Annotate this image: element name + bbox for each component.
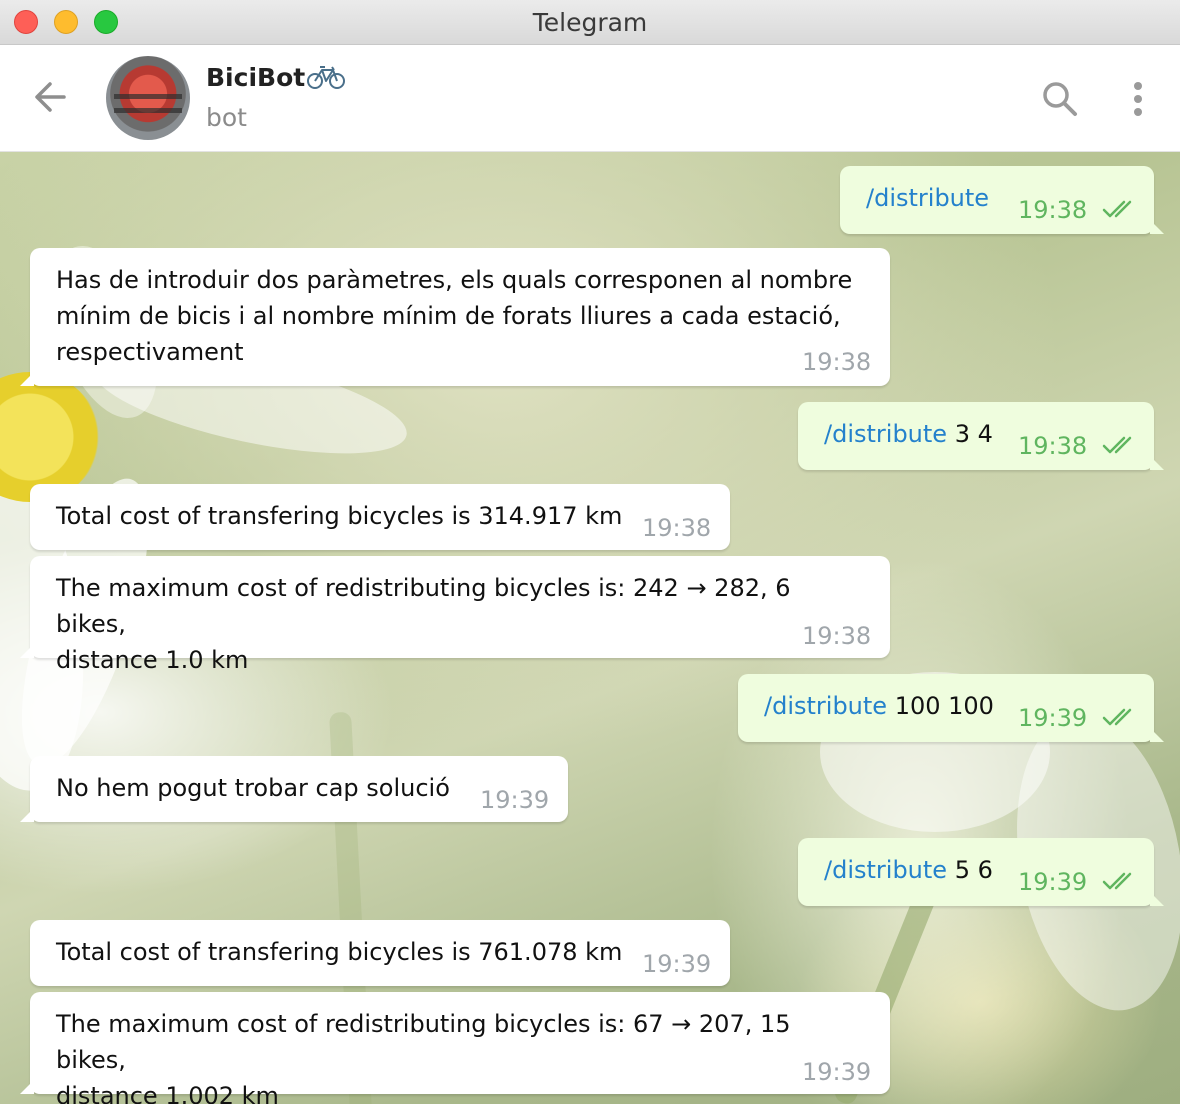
chat-title[interactable]: BiciBot: [206, 63, 346, 96]
message-time: 19:38: [1018, 432, 1088, 460]
title-bar: Telegram: [0, 0, 1180, 45]
outgoing-message[interactable]: /distribute 19:38: [840, 166, 1164, 234]
chat-header: BiciBot bot: [0, 45, 1180, 152]
chat-subtitle: bot: [206, 103, 247, 132]
message-time: 19:39: [480, 786, 550, 814]
back-button[interactable]: [30, 75, 74, 119]
more-options-button[interactable]: [1124, 77, 1152, 121]
more-vertical-icon: [1134, 82, 1142, 116]
message-time: 19:39: [1018, 868, 1088, 896]
search-button[interactable]: [1040, 79, 1080, 119]
command-args: 3 4: [947, 420, 993, 448]
message-time: 19:38: [642, 514, 712, 542]
message-text: The maximum cost of redistributing bicyc…: [56, 1010, 791, 1104]
incoming-message[interactable]: Total cost of transfering bicycles is 76…: [30, 920, 730, 986]
message-time: 19:38: [802, 348, 872, 376]
message-text: Total cost of transfering bicycles is 31…: [56, 502, 623, 530]
message-text: Total cost of transfering bicycles is 76…: [56, 938, 623, 966]
incoming-message[interactable]: Has de introduir dos paràmetres, els qua…: [20, 248, 890, 386]
command-args: 5 6: [947, 856, 993, 884]
outgoing-message[interactable]: /distribute 100 100 19:39: [738, 674, 1164, 742]
command-link[interactable]: /distribute: [866, 184, 989, 212]
search-icon: [1043, 82, 1077, 116]
bot-avatar[interactable]: [106, 56, 190, 140]
bot-name: BiciBot: [206, 63, 306, 92]
outgoing-message[interactable]: /distribute 5 6 19:39: [798, 838, 1164, 906]
message-time: 19:39: [802, 1058, 872, 1086]
message-time: 19:38: [1018, 196, 1088, 224]
incoming-message[interactable]: Total cost of transfering bicycles is 31…: [30, 484, 730, 550]
telegram-window: Telegram BiciBot bot /distribute 19:38 H…: [0, 0, 1180, 1104]
message-text: The maximum cost of redistributing bicyc…: [56, 574, 791, 674]
command-link[interactable]: /distribute: [824, 420, 947, 448]
outgoing-message[interactable]: /distribute 3 4 19:38: [798, 402, 1164, 470]
bicycle-icon: [307, 64, 346, 96]
command-args: 100 100: [887, 692, 994, 720]
message-time: 19:39: [642, 950, 712, 978]
command-link[interactable]: /distribute: [824, 856, 947, 884]
message-time: 19:38: [802, 622, 872, 650]
background-flower: [0, 372, 100, 502]
message-time: 19:39: [1018, 704, 1088, 732]
back-arrow-icon: [35, 82, 66, 112]
incoming-message[interactable]: The maximum cost of redistributing bicyc…: [20, 556, 890, 674]
read-check-icon: [1102, 708, 1132, 726]
incoming-message[interactable]: The maximum cost of redistributing bicyc…: [20, 992, 890, 1104]
read-check-icon: [1102, 872, 1132, 890]
incoming-message[interactable]: No hem pogut trobar cap solució 19:39: [20, 756, 568, 822]
message-text: Has de introduir dos paràmetres, els qua…: [56, 266, 853, 366]
command-link[interactable]: /distribute: [764, 692, 887, 720]
message-text: No hem pogut trobar cap solució: [56, 774, 450, 802]
read-check-icon: [1102, 436, 1132, 454]
read-check-icon: [1102, 200, 1132, 218]
message-list[interactable]: /distribute 19:38 Has de introduir dos p…: [0, 152, 1180, 1104]
window-title: Telegram: [532, 8, 648, 37]
